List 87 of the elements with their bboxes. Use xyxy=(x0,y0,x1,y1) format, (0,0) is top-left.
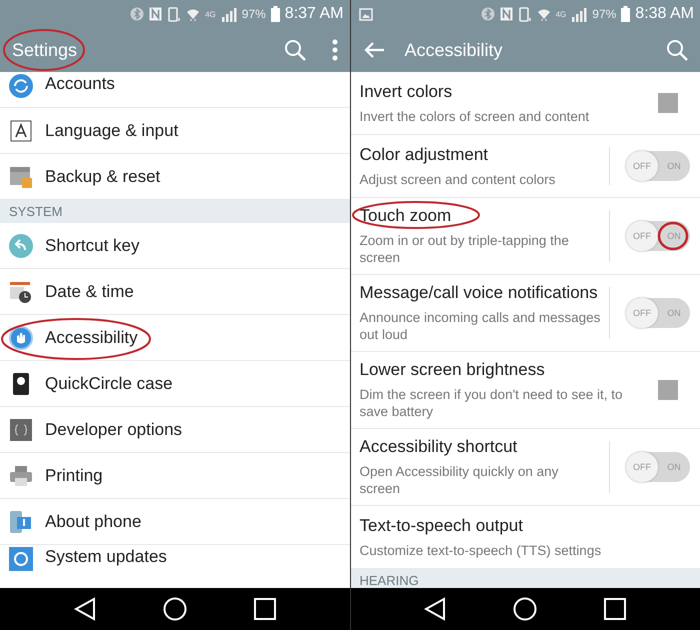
signal-icon xyxy=(571,6,588,22)
back-nav-icon[interactable] xyxy=(74,597,96,621)
settings-item[interactable]: Language & input xyxy=(0,108,350,154)
return-icon xyxy=(9,234,33,258)
setting-summary: Zoom in or out by triple-tapping the screen xyxy=(360,232,570,266)
home-nav-icon[interactable] xyxy=(513,597,538,621)
wifi-icon xyxy=(186,6,200,22)
settings-item[interactable]: Developer options xyxy=(0,407,350,453)
item-label: Backup & reset xyxy=(45,166,160,186)
more-menu-icon[interactable] xyxy=(332,39,338,61)
sync-icon xyxy=(9,74,33,98)
item-label: Accounts xyxy=(45,74,115,94)
home-nav-icon[interactable] xyxy=(162,597,187,621)
setting-row[interactable]: Accessibility shortcut Open Accessibility quickly on any screen OFF ON xyxy=(350,429,700,506)
setting-row[interactable]: Invert colors Invert the colors of screen and content xyxy=(350,72,700,135)
settings-item[interactable]: Printing xyxy=(0,453,350,499)
item-label: QuickCircle case xyxy=(45,374,173,394)
setting-title: Accessibility shortcut xyxy=(360,437,518,457)
clock: 8:37 AM xyxy=(284,5,344,23)
settings-item[interactable]: Accounts xyxy=(0,72,350,108)
section-header: SYSTEM xyxy=(0,200,350,223)
setting-title: Invert colors xyxy=(360,82,452,102)
printer-icon xyxy=(9,464,33,488)
bluetooth-icon xyxy=(480,7,495,21)
clock: 8:38 AM xyxy=(635,5,694,23)
item-label: Shortcut key xyxy=(45,236,140,256)
setting-title: Lower screen brightness xyxy=(360,360,545,380)
setting-title: Color adjustment xyxy=(360,144,488,164)
recents-nav-icon[interactable] xyxy=(254,598,276,620)
item-label: Printing xyxy=(45,466,103,486)
setting-summary: Invert the colors of screen and content xyxy=(360,108,590,124)
setting-row[interactable]: Lower screen brightness Dim the screen if you don't need to see it, to save battery xyxy=(350,352,700,429)
settings-item[interactable]: About phone xyxy=(0,499,350,545)
network-type: 4G xyxy=(205,10,216,18)
setting-summary: Open Accessibility quickly on any screen xyxy=(360,463,560,497)
image-icon xyxy=(358,8,372,20)
nfc-icon xyxy=(500,7,513,21)
annotation-circle xyxy=(657,221,689,251)
battery-percent: 97% xyxy=(242,7,266,21)
battery-icon xyxy=(621,6,630,22)
item-label: System updates xyxy=(45,547,167,567)
nfc-icon xyxy=(149,7,162,21)
item-label: About phone xyxy=(45,512,142,532)
hand-icon xyxy=(9,326,33,350)
back-arrow-icon[interactable] xyxy=(362,41,384,59)
network-type: 4G xyxy=(556,10,566,18)
checkbox[interactable] xyxy=(658,380,678,400)
phone-info-icon xyxy=(9,510,33,534)
vibrate-icon xyxy=(518,6,532,22)
calendar-clock-icon xyxy=(9,280,33,304)
search-icon[interactable] xyxy=(666,39,688,61)
battery-icon xyxy=(270,6,280,22)
setting-title: Text-to-speech output xyxy=(360,516,523,536)
setting-row[interactable]: Touch zoom Zoom in or out by triple-tapping the screen OFF ON xyxy=(350,198,700,275)
recents-nav-icon[interactable] xyxy=(604,598,626,620)
setting-row[interactable]: Message/call voice notifications Announce incoming calls and messages out loud OFF ON xyxy=(350,275,700,352)
checkbox[interactable] xyxy=(658,93,678,113)
setting-summary: Dim the screen if you don't need to see it, to save battery xyxy=(360,386,624,420)
item-label: Language & input xyxy=(45,120,178,140)
wifi-icon xyxy=(536,6,551,22)
setting-summary: Adjust screen and content colors xyxy=(360,170,556,188)
settings-item[interactable]: Shortcut key xyxy=(0,223,350,269)
setting-summary: Announce incoming calls and messages out loud xyxy=(360,309,601,343)
setting-row[interactable]: Color adjustment Adjust screen and content colors OFF ON xyxy=(350,135,700,198)
screen-title: Accessibility xyxy=(404,40,503,60)
settings-item[interactable]: Date & time xyxy=(0,269,350,315)
back-nav-icon[interactable] xyxy=(424,597,446,621)
phone-case-icon xyxy=(12,372,30,396)
screen-title: Settings xyxy=(12,40,78,60)
signal-icon xyxy=(220,6,237,22)
update-icon xyxy=(9,547,33,571)
setting-title: Message/call voice notifications xyxy=(360,283,598,303)
setting-summary: Customize text-to-speech (TTS) settings xyxy=(360,542,602,558)
battery-percent: 97% xyxy=(592,7,616,21)
code-icon xyxy=(10,418,32,440)
vibrate-icon xyxy=(167,6,182,22)
section-header: HEARING xyxy=(350,569,700,588)
item-label: Developer options xyxy=(45,420,182,440)
settings-item[interactable]: QuickCircle case xyxy=(0,361,350,407)
settings-item[interactable]: Accessibility xyxy=(0,315,350,361)
search-icon[interactable] xyxy=(284,39,306,61)
item-label: Accessibility xyxy=(45,328,138,348)
box-icon xyxy=(9,164,33,188)
font-icon xyxy=(10,120,32,142)
setting-title: Touch zoom xyxy=(360,206,452,226)
item-label: Date & time xyxy=(45,282,134,302)
bluetooth-icon xyxy=(130,7,144,21)
